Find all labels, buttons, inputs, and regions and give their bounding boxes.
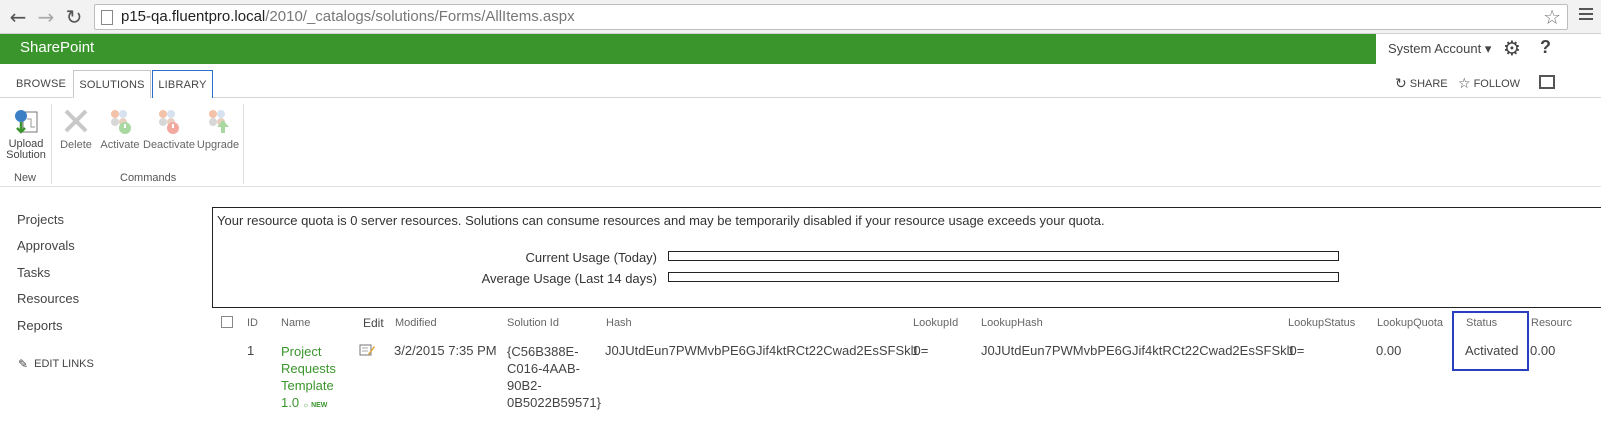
edit-item-icon[interactable] [359, 343, 375, 357]
cell-lookupquota: 0.00 [1376, 343, 1402, 358]
status-highlight-box [1452, 311, 1529, 371]
resource-quota-box: Your resource quota is 0 server resource… [212, 207, 1601, 308]
back-icon[interactable]: ← [6, 4, 30, 30]
url-host: p15-qa.fluentpro.local [121, 8, 266, 25]
follow-label: FOLLOW [1473, 78, 1521, 90]
tab-solutions[interactable]: SOLUTIONS [73, 70, 151, 98]
upload-icon [11, 106, 41, 136]
reload-icon[interactable]: ↻ [62, 4, 86, 30]
left-navigation: Projects Approvals Tasks Resources Repor… [0, 187, 200, 425]
cell-name: Project Requests Template 1.0 ☼ NEW [281, 343, 351, 414]
pencil-icon: ✎ [18, 357, 29, 371]
column-header-hash[interactable]: Hash [606, 317, 632, 329]
cell-resource: 0.00 [1530, 343, 1556, 358]
solution-name-line-2: Requests [281, 361, 336, 376]
share-button[interactable]: ↻ SHARE [1395, 76, 1448, 92]
new-badge: ☼ NEW [302, 402, 328, 409]
gear-icon[interactable]: ⚙ [1503, 36, 1521, 60]
average-usage-bar [668, 272, 1339, 282]
group-label-commands: Commands [120, 172, 177, 184]
nav-item-resources[interactable]: Resources [17, 291, 79, 306]
tab-browse[interactable]: BROWSE [10, 70, 72, 98]
ribbon-separator [243, 104, 244, 184]
bookmark-star-icon[interactable]: ☆ [1543, 5, 1561, 29]
activate-icon [105, 106, 135, 136]
upgrade-button[interactable]: Upgrade [196, 106, 240, 151]
select-all-checkbox[interactable] [221, 316, 233, 328]
share-label: SHARE [1409, 78, 1448, 90]
activate-label: Activate [100, 139, 140, 151]
solution-id-line-3: 90B2- [507, 378, 542, 393]
delete-icon [61, 106, 91, 136]
cell-modified: 3/2/2015 7:35 PM [394, 343, 497, 358]
account-menu[interactable]: System Account ▾ [1388, 41, 1491, 57]
brand-sharepoint[interactable]: SharePoint [20, 39, 94, 56]
cell-solution-id: {C56B388E- C016-4AAB- 90B2- 0B5022B59571… [507, 343, 603, 411]
solution-name-line-4: 1.0 [281, 395, 300, 410]
cell-lookupid: 1 [912, 343, 920, 358]
quota-message: Your resource quota is 0 server resource… [217, 213, 1105, 228]
solution-name-line-1: Project [281, 344, 322, 359]
forward-icon[interactable]: → [34, 4, 58, 30]
solution-id-line-2: C016-4AAB- [507, 361, 580, 376]
deactivate-icon [153, 106, 183, 136]
tab-library[interactable]: LIBRARY [152, 70, 213, 98]
url-text[interactable]: p15-qa.fluentpro.local/2010/_catalogs/so… [121, 8, 575, 25]
column-header-lookupstatus[interactable]: LookupStatus [1288, 317, 1355, 329]
address-bar[interactable]: p15-qa.fluentpro.local/2010/_catalogs/so… [94, 4, 1568, 30]
cell-id: 1 [247, 343, 255, 358]
activate-button[interactable]: Activate [100, 106, 140, 151]
upload-solution-button[interactable]: Upload Solution [4, 106, 48, 161]
cell-lookuphash: J0JUtdEun7PWMvbPE6GJif4ktRCt22Cwad2EsSFS… [981, 343, 1305, 358]
deactivate-label: Deactivate [143, 139, 195, 151]
star-icon: ☆ [1458, 76, 1471, 92]
column-header-resource[interactable]: Resourc [1531, 317, 1572, 329]
upgrade-label: Upgrade [196, 139, 240, 151]
cell-hash: J0JUtdEun7PWMvbPE6GJif4ktRCt22Cwad2EsSFS… [605, 343, 929, 358]
nav-item-tasks[interactable]: Tasks [17, 265, 50, 280]
ribbon: Upload Solution New Delete Activate Deac… [0, 98, 1601, 187]
upload-label-2: Solution [6, 149, 46, 161]
upgrade-icon [203, 106, 233, 136]
current-usage-bar [668, 251, 1339, 261]
ribbon-tabs: BROWSE SOLUTIONS LIBRARY ↻ SHARE ☆ FOLLOW [0, 64, 1601, 98]
column-header-lookupid[interactable]: LookupId [913, 317, 958, 329]
group-label-new: New [14, 172, 37, 184]
column-header-id[interactable]: ID [247, 317, 258, 329]
page-icon [101, 10, 113, 25]
edit-links-button[interactable]: ✎ EDIT LINKS [18, 357, 94, 371]
column-header-modified[interactable]: Modified [395, 317, 437, 329]
solution-id-line-1: {C56B388E- [507, 344, 579, 359]
current-usage-label: Current Usage (Today) [525, 250, 658, 265]
solution-name-link[interactable]: Project Requests Template 1.0 ☼ NEW [281, 343, 351, 414]
average-usage-label: Average Usage (Last 14 days) [481, 271, 657, 286]
cell-lookupstatus: 1 [1288, 343, 1296, 358]
url-path: /2010/_catalogs/solutions/Forms/AllItems… [265, 8, 575, 25]
ribbon-separator [51, 104, 52, 184]
column-header-lookuphash[interactable]: LookupHash [981, 317, 1043, 329]
solution-name-line-3: Template [281, 378, 334, 393]
help-icon[interactable]: ? [1540, 37, 1551, 58]
deactivate-button[interactable]: Deactivate [143, 106, 195, 151]
column-header-solution-id[interactable]: Solution Id [507, 317, 559, 329]
focus-on-content-icon[interactable] [1539, 75, 1555, 89]
browser-menu-icon[interactable] [1579, 8, 1593, 22]
solution-id-line-4: 0B5022B59571} [507, 395, 601, 410]
nav-item-reports[interactable]: Reports [17, 318, 63, 333]
edit-links-label: EDIT LINKS [34, 358, 94, 370]
suite-bar: SharePoint System Account ▾ ⚙ ? [0, 34, 1601, 64]
nav-item-approvals[interactable]: Approvals [17, 238, 75, 253]
follow-button[interactable]: ☆ FOLLOW [1458, 76, 1520, 92]
column-header-edit: Edit [363, 316, 384, 330]
column-header-name[interactable]: Name [281, 317, 310, 329]
delete-label: Delete [60, 139, 92, 151]
column-header-lookupquota[interactable]: LookupQuota [1377, 317, 1443, 329]
suite-bar-right: System Account ▾ ⚙ ? [1376, 34, 1601, 64]
share-icon: ↻ [1395, 76, 1407, 92]
browser-toolbar: ← → ↻ p15-qa.fluentpro.local/2010/_catal… [0, 0, 1601, 34]
delete-button[interactable]: Delete [58, 106, 94, 151]
nav-item-projects[interactable]: Projects [17, 212, 64, 227]
